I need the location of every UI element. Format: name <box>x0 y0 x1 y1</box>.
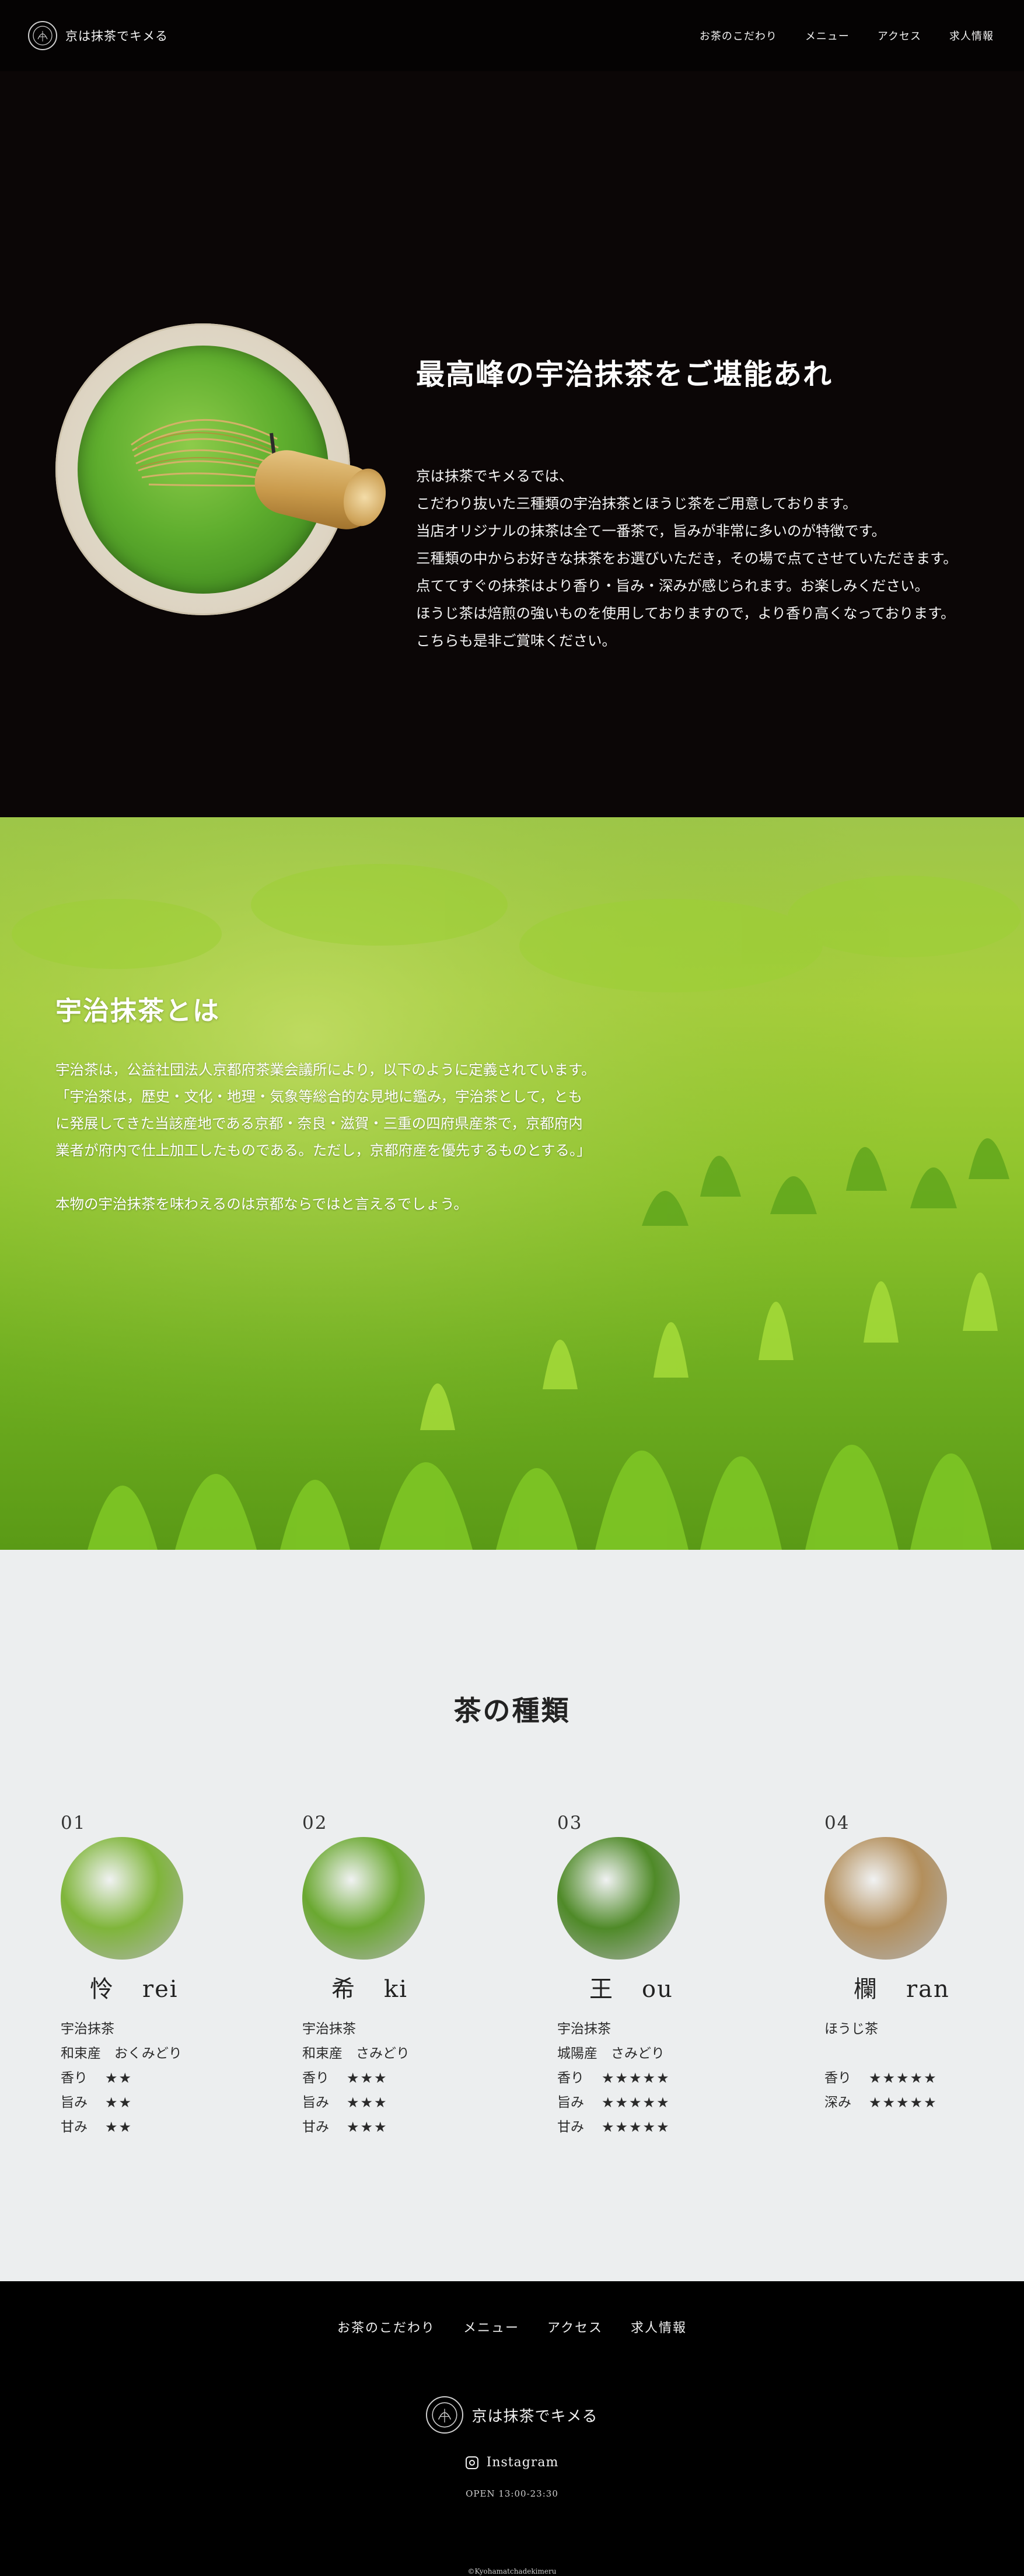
footer-nav-item-recruit[interactable]: 求人情報 <box>631 2317 687 2336</box>
logo-emblem-icon <box>426 2396 464 2434</box>
main-nav: お茶のこだわり メニュー アクセス 求人情報 <box>700 28 994 43</box>
tea-name: 王 ou <box>589 1976 673 2003</box>
nav-item-recruit[interactable]: 求人情報 <box>949 28 994 43</box>
tea-types-section: 茶の種類 01 怜 rei 宇治抹茶 和束産 おくみどり 香り ★★ 旨み ★★ 甘み… <box>0 1550 1024 2281</box>
footer-nav-item-kodawari[interactable]: お茶のこだわり <box>337 2317 435 2336</box>
uji-matcha-section: 宇治抹茶とは 宇治茶は，公益社団法人京都府茶業会議所により，以下のように定義され… <box>0 817 1024 1550</box>
types-title: 茶の種類 <box>453 1695 571 1727</box>
star-rating: ★★★★★ <box>602 2070 670 2086</box>
matcha-bowl-image <box>55 323 392 615</box>
copyright: ©Kyohamatchadekimeru <box>467 2567 557 2575</box>
star-rating: ★★★ <box>347 2070 388 2086</box>
tea-name: 欄 ran <box>854 1976 950 2003</box>
star-rating: ★★★★★ <box>869 2070 938 2086</box>
star-rating: ★★★★★ <box>602 2094 670 2111</box>
hero-section: 最高峰の宇治抹茶をご堪能あれ 京は抹茶でキメるでは、 こだわり抜いた三種類の宇治… <box>0 71 1024 817</box>
uji-description: 宇治茶は，公益社団法人京都府茶業会議所により，以下のように定義されています。 「… <box>55 1061 596 1212</box>
tea-powder-image <box>557 1837 680 1960</box>
footer-nav-item-menu[interactable]: メニュー <box>463 2317 519 2336</box>
uji-title: 宇治抹茶とは <box>55 995 221 1026</box>
star-rating: ★★ <box>105 2070 133 2086</box>
hero-title: 最高峰の宇治抹茶をご堪能あれ <box>416 357 833 391</box>
hero-description: 京は抹茶でキメるでは、 こだわり抜いた三種類の宇治抹茶とほうじ茶をご用意しており… <box>416 468 957 649</box>
logo-emblem-icon <box>28 21 57 50</box>
opening-hours: OPEN 13:00-23:30 <box>466 2488 558 2499</box>
footer-nav-item-access[interactable]: アクセス <box>547 2317 603 2336</box>
star-rating: ★★ <box>105 2094 133 2111</box>
logo-text: 京は抹茶でキメる <box>65 29 168 43</box>
site-logo[interactable]: 京は抹茶でキメる <box>28 21 168 50</box>
instagram-link[interactable]: Instagram <box>0 2455 1024 2470</box>
site-footer: お茶のこだわり メニュー アクセス 求人情報 京は抹茶でキメる Instagra… <box>0 2281 1024 2576</box>
footer-logo-text: 京は抹茶でキメる <box>471 2407 598 2425</box>
tea-card-ran: 04 欄 ran ほうじ茶 香り ★★★★★ 深み ★★★★★ <box>824 1812 1011 2115</box>
site-header: 京は抹茶でキメる お茶のこだわり メニュー アクセス 求人情報 <box>0 0 1024 71</box>
star-rating: ★★★ <box>347 2094 388 2111</box>
tea-name: 怜 rei <box>90 1976 179 2003</box>
tea-powder-image <box>61 1837 183 1960</box>
star-rating: ★★★★★ <box>602 2119 670 2135</box>
footer-nav: お茶のこだわり メニュー アクセス 求人情報 <box>0 2317 1024 2336</box>
star-rating: ★★ <box>105 2119 133 2135</box>
footer-logo[interactable]: 京は抹茶でキメる <box>0 2396 1024 2434</box>
tea-card-ou: 03 王 ou 宇治抹茶 城陽産 さみどり 香り ★★★★★ 旨み ★★★★★ 甘み ★… <box>557 1812 744 2139</box>
instagram-icon <box>465 2456 478 2469</box>
tea-name: 希 ki <box>331 1976 408 2003</box>
star-rating: ★★★ <box>347 2119 388 2135</box>
tea-powder-image <box>302 1837 425 1960</box>
star-rating: ★★★★★ <box>869 2094 938 2111</box>
nav-item-kodawari[interactable]: お茶のこだわり <box>700 28 777 43</box>
tea-powder-image <box>824 1837 947 1960</box>
tea-card-ki: 02 希 ki 宇治抹茶 和束産 さみどり 香り ★★★ 旨み ★★★ 甘み ★★★ <box>302 1812 489 2139</box>
nav-item-menu[interactable]: メニュー <box>805 28 850 43</box>
instagram-label: Instagram <box>486 2455 559 2470</box>
nav-item-access[interactable]: アクセス <box>878 28 921 43</box>
tea-card-rei: 01 怜 rei 宇治抹茶 和束産 おくみどり 香り ★★ 旨み ★★ 甘み ★★ <box>61 1812 247 2139</box>
